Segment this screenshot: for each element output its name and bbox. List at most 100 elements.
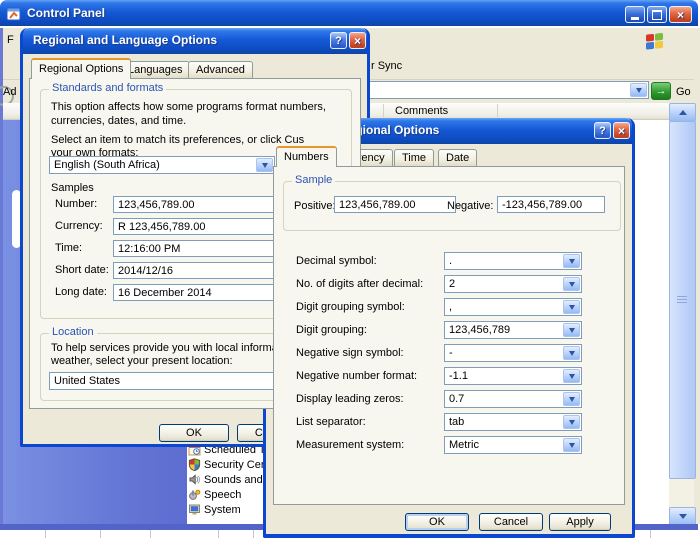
maximize-icon (652, 10, 662, 20)
menu-file-fragment[interactable]: F (7, 34, 14, 46)
cancel-button[interactable]: Cancel (479, 513, 543, 531)
digits-after-decimal-combo[interactable]: 2 (444, 275, 582, 293)
tab-date[interactable]: Date (438, 149, 477, 166)
field-value: 0.7 (445, 391, 562, 407)
positive-label: Positive: (294, 200, 336, 212)
column-separator[interactable] (383, 104, 384, 117)
column-separator[interactable] (497, 104, 498, 117)
windows-flag-icon (643, 30, 665, 50)
chevron-down-icon (636, 88, 642, 93)
help-icon: ? (599, 125, 606, 137)
system-icon (188, 503, 201, 516)
language-value: English (South Africa) (50, 157, 255, 173)
language-combo[interactable]: English (South Africa) (49, 156, 275, 174)
list-item[interactable]: Security Cent (188, 457, 270, 472)
location-description-line1: To help services provide you with local … (51, 342, 299, 354)
dropdown-button[interactable] (563, 323, 580, 337)
address-label-fragment: Ad (3, 86, 16, 98)
close-button[interactable]: × (613, 122, 630, 139)
dropdown-button[interactable] (563, 300, 580, 314)
grid-line (253, 530, 254, 538)
list-item[interactable]: Sounds and A (188, 472, 273, 487)
dropdown-button[interactable] (563, 277, 580, 291)
scroll-up-button[interactable] (669, 103, 696, 122)
help-button[interactable]: ? (330, 32, 347, 49)
help-button[interactable]: ? (594, 122, 611, 139)
customize-regional-options-dialog: Customize Regional Options ? × Numbers C… (263, 118, 635, 538)
positive-sample-field[interactable]: 123,456,789.00 (334, 196, 456, 213)
go-label[interactable]: Go (676, 86, 691, 98)
display-leading-zeros-combo[interactable]: 0.7 (444, 390, 582, 408)
close-button[interactable]: × (669, 6, 692, 23)
sounds-audio-icon (188, 473, 201, 486)
address-dropdown-button[interactable] (630, 83, 647, 97)
close-icon: × (677, 8, 684, 22)
scrollbar-thumb[interactable] (669, 121, 696, 479)
dropdown-button[interactable] (563, 415, 580, 429)
negative-sample-field[interactable]: -123,456,789.00 (497, 196, 605, 213)
list-item-label: Security Cent (204, 459, 270, 471)
standards-description: This option affects how some programs fo… (51, 100, 346, 128)
field-value: tab (445, 414, 562, 430)
numbers-tab-page: Sample Positive: 123,456,789.00 Negative… (273, 166, 625, 505)
field-value: -1.1 (445, 368, 562, 384)
chevron-down-icon (569, 259, 575, 264)
grid-line (650, 530, 651, 538)
digit-grouping-symbol-combo[interactable]: , (444, 298, 582, 316)
list-item[interactable]: Speech (188, 487, 241, 502)
location-description-line2: weather, select your present location: (51, 355, 233, 367)
tab-time[interactable]: Time (394, 149, 434, 166)
list-separator-combo[interactable]: tab (444, 413, 582, 431)
field-label: List separator: (296, 416, 366, 428)
tab-advanced[interactable]: Advanced (188, 61, 253, 78)
field-label: No. of digits after decimal: (296, 278, 423, 290)
sample-row-label: Number: (55, 198, 97, 210)
tab-numbers[interactable]: Numbers (276, 146, 337, 167)
field-value: . (445, 253, 562, 269)
regional-dialog-titlebar: Regional and Language Options ? × (23, 28, 367, 54)
chevron-down-icon (569, 305, 575, 310)
field-value: , (445, 299, 562, 315)
field-label: Display leading zeros: (296, 393, 404, 405)
ok-button[interactable]: OK (159, 424, 229, 442)
minimize-button[interactable] (625, 6, 645, 23)
apply-button[interactable]: Apply (549, 513, 611, 531)
field-label: Digit grouping symbol: (296, 301, 405, 313)
dropdown-button[interactable] (563, 254, 580, 268)
field-label: Measurement system: (296, 439, 404, 451)
window-title: Control Panel (27, 6, 105, 20)
language-dropdown-button[interactable] (256, 158, 273, 172)
toolbar-sync-fragment[interactable]: r Sync (371, 60, 402, 72)
dropdown-button[interactable] (563, 438, 580, 452)
dialog-title: Regional and Language Options (33, 33, 217, 47)
negative-sign-symbol-combo[interactable]: - (444, 344, 582, 362)
vertical-scrollbar[interactable] (669, 103, 694, 524)
close-icon: × (618, 124, 625, 138)
sample-row-label: Short date: (55, 264, 109, 276)
dropdown-button[interactable] (563, 346, 580, 360)
chevron-down-icon (569, 351, 575, 356)
column-header-comments[interactable]: Comments (395, 105, 448, 117)
group-label: Location (49, 326, 97, 338)
digit-grouping-combo[interactable]: 123,456,789 (444, 321, 582, 339)
control-panel-icon (6, 6, 22, 22)
negative-number-format-combo[interactable]: -1.1 (444, 367, 582, 385)
list-item[interactable]: System (188, 502, 241, 517)
field-value: 2 (445, 276, 562, 292)
measurement-system-combo[interactable]: Metric (444, 436, 582, 454)
ok-button[interactable]: OK (405, 513, 469, 531)
tab-regional-options[interactable]: Regional Options (31, 58, 131, 79)
chevron-down-icon (679, 514, 687, 519)
dropdown-button[interactable] (563, 369, 580, 383)
chevron-down-icon (569, 443, 575, 448)
close-button[interactable]: × (349, 32, 366, 49)
group-label: Standards and formats (49, 82, 166, 94)
field-value: 123,456,789 (445, 322, 562, 338)
maximize-button[interactable] (647, 6, 667, 23)
field-value: Metric (445, 437, 562, 453)
sample-group: Sample Positive: 123,456,789.00 Negative… (283, 181, 621, 231)
dropdown-button[interactable] (563, 392, 580, 406)
decimal-symbol-combo[interactable]: . (444, 252, 582, 270)
go-button[interactable]: → (651, 82, 671, 100)
sample-row-label: Time: (55, 242, 82, 254)
